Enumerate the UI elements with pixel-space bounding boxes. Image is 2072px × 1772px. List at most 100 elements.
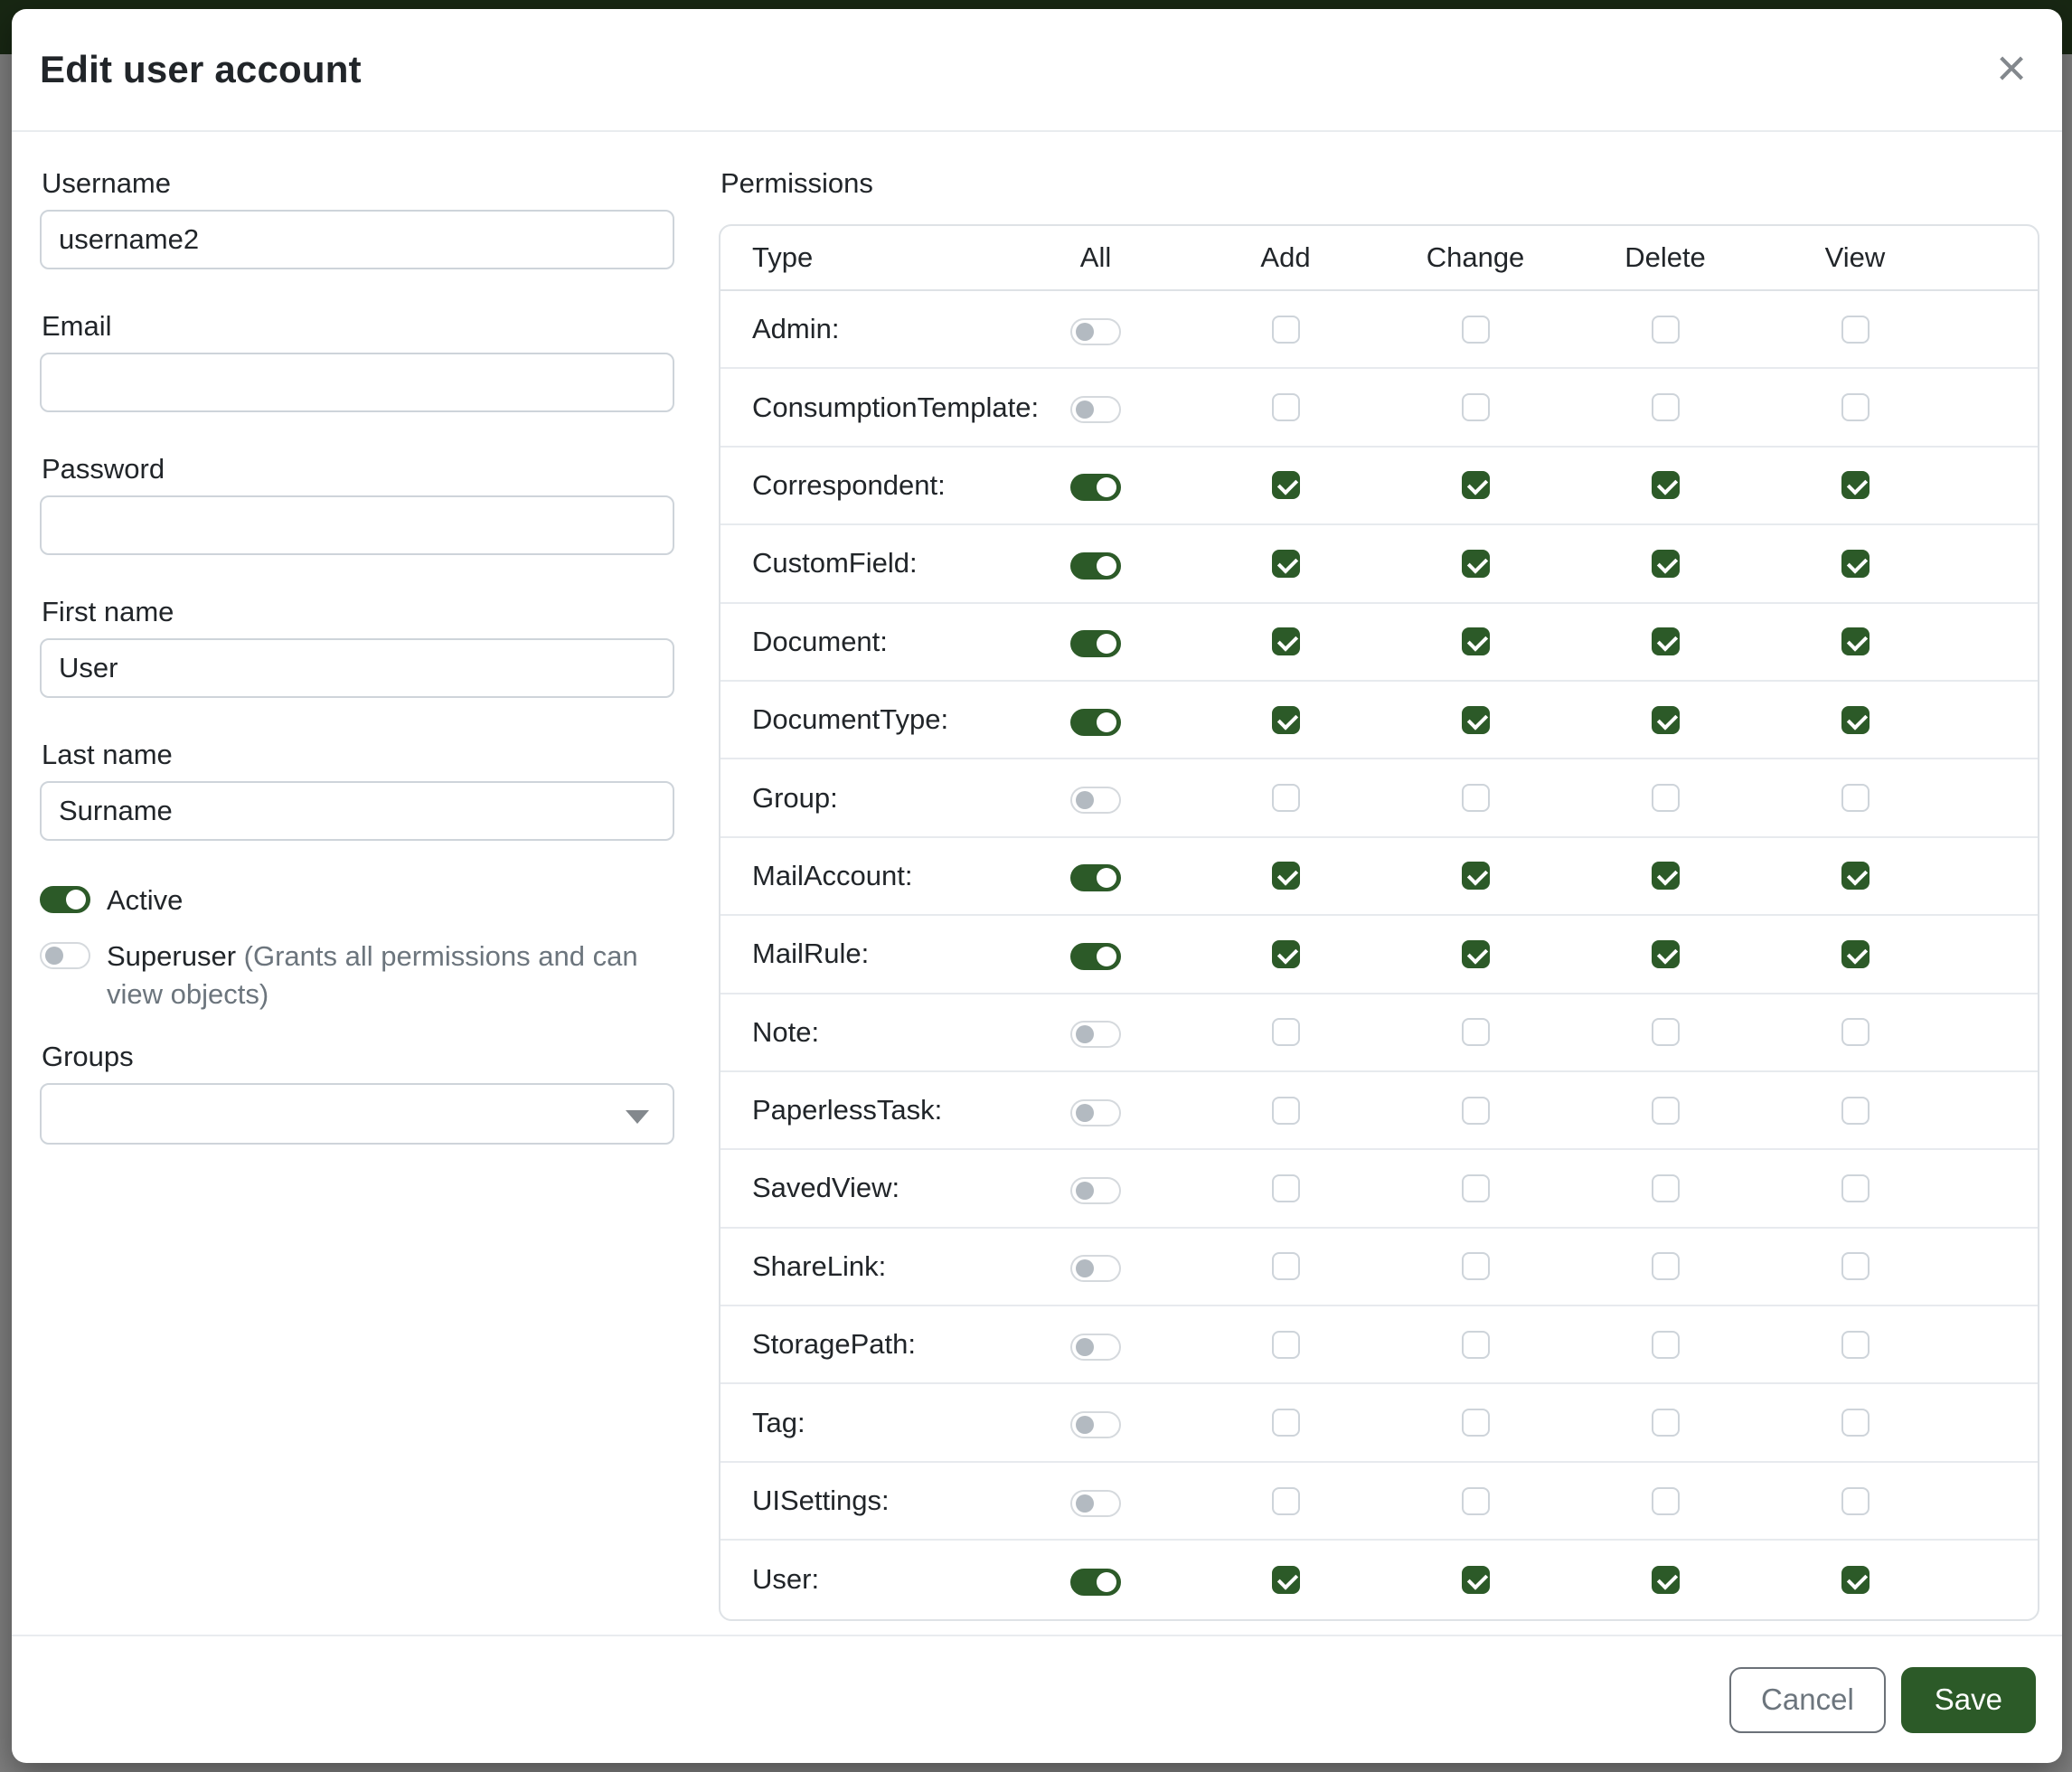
email-input[interactable]: [40, 353, 674, 412]
permission-delete-checkbox[interactable]: [1652, 471, 1680, 499]
permission-delete-checkbox[interactable]: [1652, 1566, 1680, 1594]
permission-add-checkbox[interactable]: [1272, 1252, 1300, 1280]
permission-all-toggle[interactable]: [1070, 318, 1121, 345]
permission-delete-checkbox[interactable]: [1652, 784, 1680, 812]
permission-add-checkbox[interactable]: [1272, 1331, 1300, 1359]
permission-all-toggle[interactable]: [1070, 1177, 1121, 1204]
permission-delete-checkbox[interactable]: [1652, 393, 1680, 421]
permission-change-checkbox[interactable]: [1462, 862, 1490, 890]
permission-view-checkbox[interactable]: [1841, 706, 1870, 734]
permission-change-checkbox[interactable]: [1462, 784, 1490, 812]
permission-add-checkbox[interactable]: [1272, 1409, 1300, 1437]
permission-add-checkbox[interactable]: [1272, 1018, 1300, 1046]
permission-delete-checkbox[interactable]: [1652, 940, 1680, 968]
permission-all-toggle[interactable]: [1070, 630, 1121, 657]
permission-delete-checkbox[interactable]: [1652, 1018, 1680, 1046]
permission-all-toggle[interactable]: [1070, 709, 1121, 736]
permission-change-checkbox[interactable]: [1462, 1097, 1490, 1125]
permission-add-checkbox[interactable]: [1272, 1566, 1300, 1594]
permission-add-checkbox[interactable]: [1272, 862, 1300, 890]
permission-all-toggle[interactable]: [1070, 1099, 1121, 1126]
permission-change-checkbox[interactable]: [1462, 550, 1490, 578]
permission-view-checkbox[interactable]: [1841, 1566, 1870, 1594]
permission-all-toggle[interactable]: [1070, 1411, 1121, 1438]
permission-view-checkbox[interactable]: [1841, 1097, 1870, 1125]
permission-delete-checkbox[interactable]: [1652, 1331, 1680, 1359]
permission-delete-checkbox[interactable]: [1652, 1097, 1680, 1125]
password-input[interactable]: [40, 495, 674, 555]
permission-row: MailAccount:: [720, 838, 2038, 916]
permission-change-checkbox[interactable]: [1462, 1566, 1490, 1594]
permission-view-checkbox[interactable]: [1841, 550, 1870, 578]
permission-all-toggle[interactable]: [1070, 1334, 1121, 1361]
permission-all-toggle[interactable]: [1070, 787, 1121, 814]
permission-add-checkbox[interactable]: [1272, 940, 1300, 968]
permission-add-checkbox[interactable]: [1272, 316, 1300, 344]
permission-change-checkbox[interactable]: [1462, 706, 1490, 734]
permission-add-checkbox[interactable]: [1272, 706, 1300, 734]
permission-all-toggle[interactable]: [1070, 943, 1121, 970]
active-label: Active: [107, 881, 183, 919]
permission-all-toggle[interactable]: [1070, 864, 1121, 891]
permission-view-checkbox[interactable]: [1841, 393, 1870, 421]
active-toggle[interactable]: [40, 886, 90, 913]
permission-delete-checkbox[interactable]: [1652, 1252, 1680, 1280]
groups-select[interactable]: [40, 1083, 674, 1145]
permission-delete-checkbox[interactable]: [1652, 1409, 1680, 1437]
permission-all-toggle[interactable]: [1070, 474, 1121, 501]
permission-view-checkbox[interactable]: [1841, 1331, 1870, 1359]
close-button[interactable]: ×: [1983, 40, 2040, 98]
permission-view-checkbox[interactable]: [1841, 1409, 1870, 1437]
permission-change-checkbox[interactable]: [1462, 1018, 1490, 1046]
permission-add-checkbox[interactable]: [1272, 471, 1300, 499]
permission-add-checkbox[interactable]: [1272, 550, 1300, 578]
permission-view-checkbox[interactable]: [1841, 471, 1870, 499]
permission-delete-checkbox[interactable]: [1652, 862, 1680, 890]
permission-view-checkbox[interactable]: [1841, 1174, 1870, 1202]
permission-all-toggle[interactable]: [1070, 1021, 1121, 1048]
permission-change-checkbox[interactable]: [1462, 1487, 1490, 1515]
permission-view-checkbox[interactable]: [1841, 316, 1870, 344]
permission-delete-checkbox[interactable]: [1652, 706, 1680, 734]
permission-delete-checkbox[interactable]: [1652, 1487, 1680, 1515]
permission-all-toggle[interactable]: [1070, 1490, 1121, 1517]
permission-change-checkbox[interactable]: [1462, 1331, 1490, 1359]
permission-view-checkbox[interactable]: [1841, 784, 1870, 812]
permission-add-checkbox[interactable]: [1272, 627, 1300, 655]
toggle-knob: [1097, 634, 1116, 654]
first-name-input[interactable]: [40, 638, 674, 698]
permission-add-checkbox[interactable]: [1272, 784, 1300, 812]
permission-view-checkbox[interactable]: [1841, 1252, 1870, 1280]
permission-delete-checkbox[interactable]: [1652, 316, 1680, 344]
superuser-toggle[interactable]: [40, 942, 90, 969]
permission-view-checkbox[interactable]: [1841, 940, 1870, 968]
permission-change-checkbox[interactable]: [1462, 393, 1490, 421]
permission-all-toggle[interactable]: [1070, 1255, 1121, 1282]
permission-view-checkbox[interactable]: [1841, 1487, 1870, 1515]
permission-all-toggle[interactable]: [1070, 552, 1121, 580]
permission-delete-checkbox[interactable]: [1652, 627, 1680, 655]
last-name-input[interactable]: [40, 781, 674, 841]
permission-add-checkbox[interactable]: [1272, 1174, 1300, 1202]
permission-change-checkbox[interactable]: [1462, 1174, 1490, 1202]
permission-all-toggle[interactable]: [1070, 396, 1121, 423]
permission-change-checkbox[interactable]: [1462, 471, 1490, 499]
permission-add-checkbox[interactable]: [1272, 1487, 1300, 1515]
permission-add-checkbox[interactable]: [1272, 393, 1300, 421]
permission-add-checkbox[interactable]: [1272, 1097, 1300, 1125]
permission-change-checkbox[interactable]: [1462, 1409, 1490, 1437]
permission-view-checkbox[interactable]: [1841, 1018, 1870, 1046]
save-button[interactable]: Save: [1901, 1667, 2036, 1733]
permission-delete-checkbox[interactable]: [1652, 1174, 1680, 1202]
permission-view-checkbox[interactable]: [1841, 862, 1870, 890]
username-input[interactable]: [40, 210, 674, 269]
permission-change-checkbox[interactable]: [1462, 940, 1490, 968]
permission-change-checkbox[interactable]: [1462, 1252, 1490, 1280]
permission-delete-checkbox[interactable]: [1652, 550, 1680, 578]
cancel-button[interactable]: Cancel: [1729, 1667, 1886, 1733]
permission-view-checkbox[interactable]: [1841, 627, 1870, 655]
permission-change-checkbox[interactable]: [1462, 627, 1490, 655]
permission-type-label: StoragePath:: [720, 1328, 1001, 1361]
permission-all-toggle[interactable]: [1070, 1569, 1121, 1596]
permission-change-checkbox[interactable]: [1462, 316, 1490, 344]
